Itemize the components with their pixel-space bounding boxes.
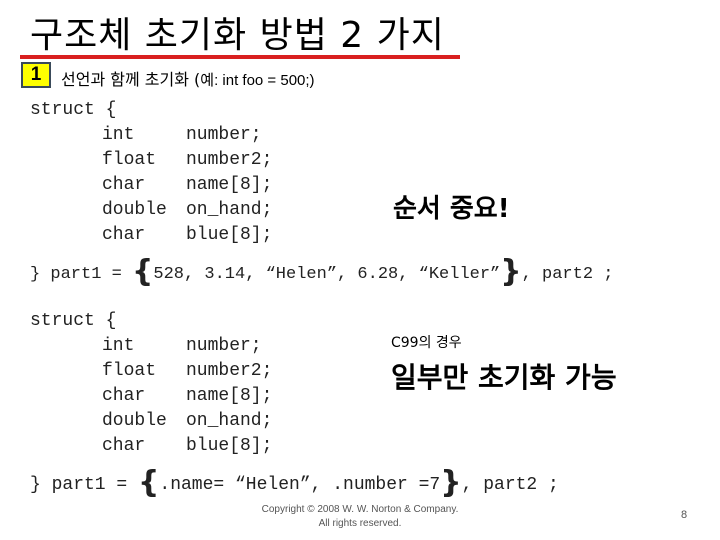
copyright-line: Copyright © 2008 W. W. Norton & Company. <box>261 504 459 515</box>
declarator-tail: , part2 ; <box>521 265 614 284</box>
member-type: double <box>102 200 167 220</box>
section-heading-text: 선언과 함께 초기화 ( <box>61 70 201 89</box>
member-type: char <box>102 225 146 245</box>
member-field: blue[8]; <box>186 225 273 245</box>
code-example-2: struct { int number; float number2; char na… <box>30 309 720 499</box>
declarator: } part1 = <box>30 475 139 495</box>
member-field: blue[8]; <box>186 436 273 456</box>
member-type: char <box>102 436 146 456</box>
struct-close-line: } part1 = {.name= “Helen”, .number =7}, … <box>30 468 559 498</box>
c99-note: C99의 경우 <box>391 335 462 351</box>
struct-close-line: } part1 = {528, 3.14, “Helen”, 6.28, “Ke… <box>30 257 614 287</box>
member-field: number; <box>186 125 262 145</box>
initializer-list: 528, 3.14, “Helen”, 6.28, “Keller” <box>153 265 501 284</box>
order-matters-callout: 순서 중요! <box>393 194 510 224</box>
member-type: int <box>102 336 135 356</box>
member-field: name[8]; <box>186 175 273 195</box>
struct-open-line: struct { <box>30 311 117 331</box>
member-field: on_hand; <box>186 200 273 220</box>
copyright-footer: Copyright © 2008 W. W. Norton & Company.… <box>230 503 490 531</box>
section-number-badge: 1 <box>21 62 51 88</box>
declarator-tail: , part2 ; <box>461 475 559 495</box>
section-heading: 선언과 함께 초기화 (예: int foo = 500;) <box>61 66 315 90</box>
close-brace: } <box>500 254 522 289</box>
page-number: 8 <box>681 509 688 521</box>
open-brace: { <box>138 465 160 500</box>
member-type: float <box>102 361 157 381</box>
initializer-list: .name= “Helen”, .number =7 <box>159 475 441 495</box>
code-example-1: struct { int number; float number2; char na… <box>30 98 720 288</box>
member-type: double <box>102 411 167 431</box>
member-type: float <box>102 150 157 170</box>
member-field: name[8]; <box>186 386 273 406</box>
member-type: char <box>102 386 146 406</box>
slide-title: 구조체 초기화 방법 2 가지 <box>30 15 445 56</box>
declarator: } part1 = <box>30 265 133 284</box>
member-field: number2; <box>186 150 273 170</box>
member-field: number; <box>186 336 262 356</box>
close-brace: } <box>440 465 462 500</box>
member-field: on_hand; <box>186 411 273 431</box>
partial-init-callout: 일부만 초기화 가능 <box>391 361 617 394</box>
member-type: char <box>102 175 146 195</box>
section-heading-example: 예: int foo = 500;) <box>200 72 315 89</box>
member-field: number2; <box>186 361 273 381</box>
member-type: int <box>102 125 135 145</box>
rights-line: All rights reserved. <box>318 518 402 529</box>
open-brace: { <box>132 254 154 289</box>
title-underline <box>20 55 460 59</box>
struct-open-line: struct { <box>30 100 117 120</box>
